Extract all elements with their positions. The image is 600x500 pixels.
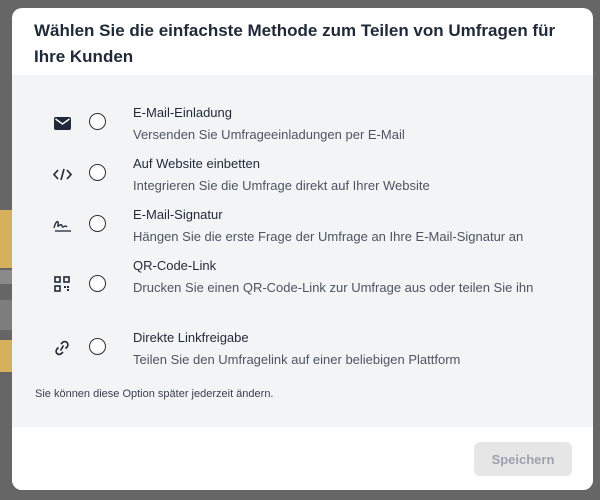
dialog-body: E-Mail-Einladung Versenden Sie Umfrageei…	[12, 75, 593, 427]
dialog-header: Wählen Sie die einfachste Methode zum Te…	[12, 8, 593, 75]
dialog-title: Wählen Sie die einfachste Methode zum Te…	[34, 21, 556, 66]
dialog-footer: Speichern	[12, 427, 593, 490]
save-button[interactable]: Speichern	[474, 442, 572, 476]
option-radio[interactable]	[89, 113, 106, 130]
option-title: QR-Code-Link	[133, 258, 217, 273]
envelope-icon	[52, 113, 72, 133]
option-radio[interactable]	[89, 275, 106, 292]
option-description: Versenden Sie Umfrageeinladungen per E-M…	[133, 127, 405, 142]
option-radio[interactable]	[89, 338, 106, 355]
option-text: QR-Code-Link Drucken Sie einen QR-Code-L…	[133, 256, 573, 298]
code-icon	[52, 164, 72, 184]
option-title: Direkte Linkfreigabe	[133, 330, 249, 345]
option-text: Auf Website einbetten Integrieren Sie di…	[133, 154, 573, 196]
signature-icon	[52, 215, 72, 235]
option-text: E-Mail-Signatur Hängen Sie die erste Fra…	[133, 205, 573, 247]
option-description: Teilen Sie den Umfragelink auf einer bel…	[133, 352, 461, 367]
option-description: Drucken Sie einen QR-Code-Link zur Umfra…	[133, 280, 534, 295]
link-icon	[52, 338, 72, 358]
option-text: E-Mail-Einladung Versenden Sie Umfrageei…	[133, 103, 573, 145]
share-method-dialog: Wählen Sie die einfachste Methode zum Te…	[12, 8, 593, 490]
option-description: Integrieren Sie die Umfrage direkt auf I…	[133, 178, 430, 193]
option-radio[interactable]	[89, 164, 106, 181]
option-text: Direkte Linkfreigabe Teilen Sie den Umfr…	[133, 328, 573, 370]
option-description: Hängen Sie die erste Frage der Umfrage a…	[133, 229, 524, 244]
option-title: E-Mail-Signatur	[133, 207, 223, 222]
option-title: Auf Website einbetten	[133, 156, 260, 171]
hint-text: Sie können diese Option später jederzeit…	[35, 388, 274, 400]
option-radio[interactable]	[89, 215, 106, 232]
qr-code-icon	[52, 274, 72, 294]
option-title: E-Mail-Einladung	[133, 105, 232, 120]
